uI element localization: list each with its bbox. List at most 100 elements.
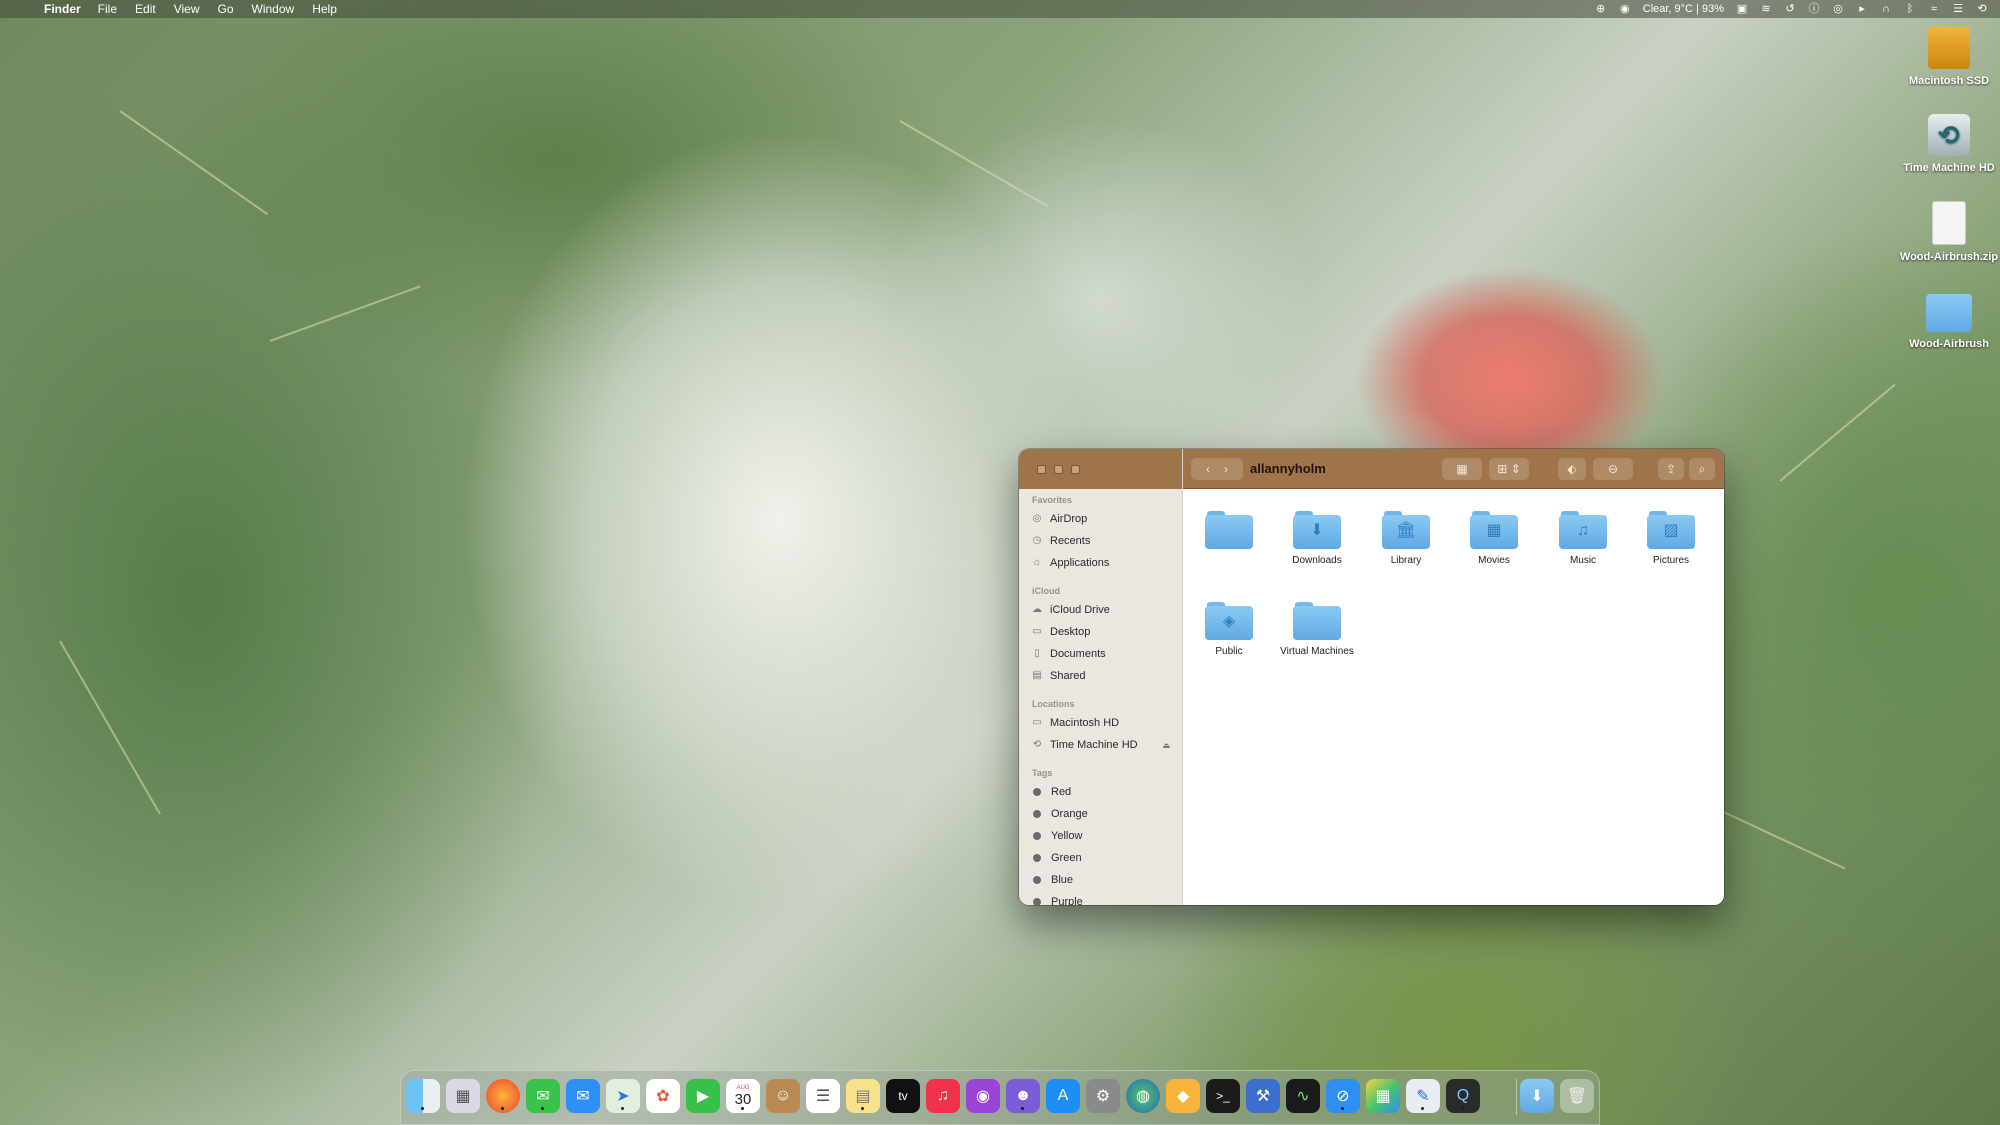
discord-icon[interactable]: ☻ — [1006, 1079, 1040, 1113]
trash-icon[interactable]: 🗑 — [1560, 1079, 1594, 1113]
sidebar-item-airdrop[interactable]: ◎ AirDrop — [1019, 508, 1182, 530]
sketch-icon[interactable]: ◆ — [1166, 1079, 1200, 1113]
folder-item-downloads[interactable]: ⬇ Downloads — [1277, 511, 1357, 566]
firefox-icon[interactable] — [486, 1079, 520, 1113]
sidebar-item-tag-blue[interactable]: Blue — [1019, 869, 1182, 891]
finder-content: ⬇ Downloads 🏛 Library ▦ Movies ♫ Music ▨… — [1183, 489, 1724, 905]
close-button[interactable] — [1037, 464, 1046, 474]
menu-go[interactable]: Go — [218, 2, 234, 16]
desktop-icon-time-machine-hd[interactable]: ⟲ Time Machine HD — [1894, 114, 2000, 174]
time-machine-status-icon[interactable]: ⟲ — [1976, 3, 1988, 15]
downloads-folder-icon: ⬇ — [1293, 511, 1341, 549]
sidebar-item-tag-purple[interactable]: Purple — [1019, 891, 1182, 905]
clock-icon: ◷ — [1032, 535, 1042, 546]
sidebar-item-shared[interactable]: ▤ Shared — [1019, 665, 1182, 687]
globe-app-icon[interactable]: ◍ — [1126, 1079, 1160, 1113]
menu-window[interactable]: Window — [252, 2, 295, 16]
status-history-icon[interactable]: ↺ — [1784, 3, 1796, 15]
desktop-icon-folder[interactable]: Wood-Airbrush — [1894, 294, 2000, 350]
control-center-icon[interactable]: ☰ — [1952, 3, 1964, 15]
weather-status[interactable]: Clear, 9°C | 93% — [1643, 3, 1724, 15]
sidebar-header-tags: Tags — [1032, 768, 1053, 778]
grid-app-icon[interactable]: ▦ — [1366, 1079, 1400, 1113]
eject-icon[interactable]: ⏏ — [1162, 741, 1170, 750]
sidebar-item-icloud-drive[interactable]: ☁ iCloud Drive — [1019, 599, 1182, 621]
contacts-icon[interactable]: ☺ — [766, 1079, 800, 1113]
folder-item-pictures[interactable]: ▨ Pictures — [1631, 511, 1711, 566]
bluetooth-icon[interactable]: ᛒ — [1904, 3, 1916, 15]
messages-icon[interactable]: ✉ — [526, 1079, 560, 1113]
terminal-icon[interactable]: >_ — [1206, 1079, 1240, 1113]
status-app-icon[interactable]: ▣ — [1736, 3, 1748, 15]
downloads-stack-icon[interactable]: ⬇ — [1520, 1079, 1554, 1113]
menu-view[interactable]: View — [174, 2, 200, 16]
notes-icon[interactable]: ▤ — [846, 1079, 880, 1113]
group-button[interactable]: ⊞ ⇕ — [1489, 458, 1529, 480]
podcasts-icon[interactable]: ◉ — [966, 1079, 1000, 1113]
sidebar-item-desktop[interactable]: ▭ Desktop — [1019, 621, 1182, 643]
folder-item-music[interactable]: ♫ Music — [1543, 511, 1623, 566]
app-store-icon[interactable]: A — [1046, 1079, 1080, 1113]
sidebar-item-tag-orange[interactable]: Orange — [1019, 803, 1182, 825]
folder-item-virtual-machines[interactable]: Virtual Machines — [1277, 602, 1357, 657]
finder-icon[interactable] — [406, 1079, 440, 1113]
safari-icon[interactable]: ⊘ — [1326, 1079, 1360, 1113]
desktop-icon-macintosh-ssd[interactable]: Macintosh SSD — [1894, 27, 2000, 87]
app-menu[interactable]: Finder — [44, 2, 81, 16]
calendar-icon[interactable]: AUG 30 — [726, 1079, 760, 1113]
finder-sidebar: Favorites ◎ AirDrop ◷ Recents ⌂ Application… — [1019, 449, 1183, 905]
status-grid-icon[interactable]: ⊕ — [1595, 3, 1607, 15]
search-button[interactable]: ⌕ — [1689, 458, 1715, 480]
activity-monitor-icon[interactable]: ∿ — [1286, 1079, 1320, 1113]
apple-tv-icon[interactable]: tv — [886, 1079, 920, 1113]
tag-button[interactable]: ⬖ — [1558, 458, 1586, 480]
nav-buttons: ‹ › — [1191, 458, 1243, 480]
music-icon[interactable]: ♫ — [926, 1079, 960, 1113]
status-cast-icon[interactable]: ◎ — [1832, 3, 1844, 15]
maps-icon[interactable]: ➤ — [606, 1079, 640, 1113]
quicktime-icon[interactable]: Q — [1446, 1079, 1480, 1113]
status-bars-icon[interactable]: ≋ — [1760, 3, 1772, 15]
back-icon[interactable]: ‹ — [1206, 462, 1210, 476]
menu-edit[interactable]: Edit — [135, 2, 156, 16]
photos-icon[interactable]: ✿ — [646, 1079, 680, 1113]
facetime-icon[interactable]: ▶ — [686, 1079, 720, 1113]
folder-label: Movies — [1478, 555, 1510, 566]
wifi-icon[interactable]: ≈ — [1928, 3, 1940, 15]
minimize-button[interactable] — [1054, 464, 1063, 474]
status-record-icon[interactable]: ◉ — [1619, 3, 1631, 15]
view-icons-button[interactable]: ▦ — [1442, 458, 1482, 480]
folder-item-public[interactable]: ◈ Public — [1189, 602, 1269, 657]
sidebar-item-time-machine-hd[interactable]: ⟲ Time Machine HD ⏏ — [1019, 734, 1182, 756]
preview-icon[interactable]: ✎ — [1406, 1079, 1440, 1113]
action-button[interactable]: ⊖ — [1593, 458, 1633, 480]
finder-window: Favorites ◎ AirDrop ◷ Recents ⌂ Application… — [1019, 449, 1724, 905]
mail-icon[interactable]: ✉ — [566, 1079, 600, 1113]
folder-item-library[interactable]: 🏛 Library — [1366, 511, 1446, 566]
menu-file[interactable]: File — [98, 2, 117, 16]
status-play-icon[interactable]: ▸ — [1856, 3, 1868, 15]
menu-help[interactable]: Help — [312, 2, 337, 16]
sidebar-item-recents[interactable]: ◷ Recents — [1019, 530, 1182, 552]
desktop-icon-zip[interactable]: Wood-Airbrush.zip — [1894, 201, 2000, 263]
sidebar-item-documents[interactable]: ▯ Documents — [1019, 643, 1182, 665]
share-button[interactable]: ⇪ — [1658, 458, 1684, 480]
sidebar-item-macintosh-hd[interactable]: ▭ Macintosh HD — [1019, 712, 1182, 734]
sidebar-item-tag-red[interactable]: Red — [1019, 781, 1182, 803]
status-info-icon[interactable]: ⓘ — [1808, 3, 1820, 15]
search-icon: ⌕ — [1698, 461, 1706, 476]
folder-item[interactable] — [1189, 511, 1269, 555]
reminders-icon[interactable]: ☰ — [806, 1079, 840, 1113]
xcode-icon[interactable]: ⚒ — [1246, 1079, 1280, 1113]
sidebar-header-icloud: iCloud — [1032, 586, 1060, 596]
folder-item-movies[interactable]: ▦ Movies — [1454, 511, 1534, 566]
launchpad-icon[interactable]: ▦ — [446, 1079, 480, 1113]
headphones-icon[interactable]: ∩ — [1880, 3, 1892, 15]
sidebar-item-tag-green[interactable]: Green — [1019, 847, 1182, 869]
system-settings-icon[interactable]: ⚙ — [1086, 1079, 1120, 1113]
forward-icon[interactable]: › — [1224, 462, 1228, 476]
sidebar-item-applications[interactable]: ⌂ Applications — [1019, 552, 1182, 574]
calendar-day: 30 — [734, 1090, 752, 1108]
zoom-button[interactable] — [1071, 464, 1080, 474]
sidebar-item-tag-yellow[interactable]: Yellow — [1019, 825, 1182, 847]
